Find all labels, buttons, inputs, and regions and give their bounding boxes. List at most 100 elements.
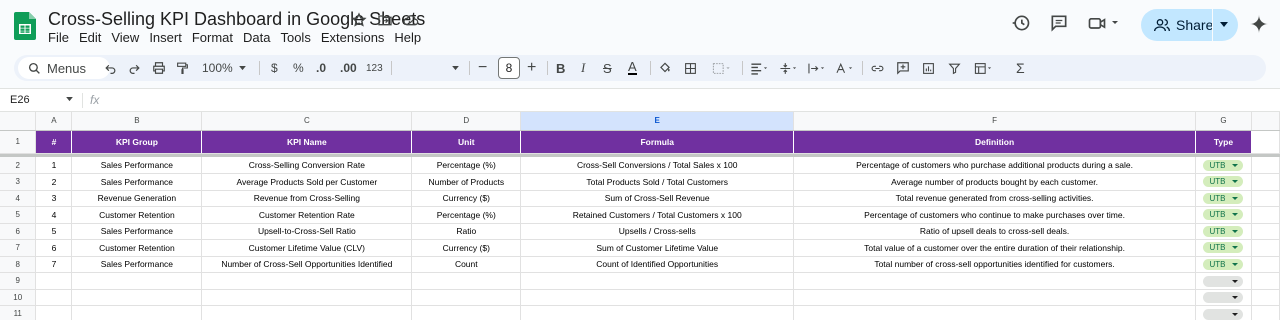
cell-unit[interactable]: Percentage (%)	[411, 157, 522, 174]
row-header[interactable]: 11	[0, 305, 37, 320]
menu-edit[interactable]: Edit	[79, 30, 106, 45]
header-cell-type[interactable]: Type	[1195, 130, 1252, 154]
cell-type[interactable]: UTB	[1195, 157, 1252, 174]
cell-kpi-name[interactable]: Customer Lifetime Value (CLV)	[201, 239, 413, 257]
print-icon[interactable]	[152, 59, 166, 77]
cell-kpi-group[interactable]: Sales Performance	[71, 256, 203, 273]
cell-number[interactable]	[35, 305, 73, 320]
cell-kpi-name[interactable]	[201, 272, 413, 290]
percent-format-button[interactable]: %	[293, 59, 304, 77]
cell-empty[interactable]	[1251, 157, 1280, 174]
share-dropdown-icon[interactable]	[1220, 22, 1228, 28]
cell-type[interactable]: UTB	[1195, 173, 1252, 191]
cell-unit[interactable]: Currency ($)	[411, 190, 522, 207]
type-dropdown-chip[interactable]: UTB	[1203, 242, 1244, 254]
cell-type[interactable]: UTB	[1195, 223, 1252, 240]
merge-cells-icon[interactable]	[710, 59, 732, 77]
row-header[interactable]: 6	[0, 223, 37, 240]
row-header[interactable]: 2	[0, 157, 37, 174]
cell-unit[interactable]	[411, 272, 522, 290]
cloud-status-icon[interactable]	[402, 11, 420, 29]
column-header-g[interactable]: G	[1195, 112, 1252, 131]
cell-empty[interactable]	[1251, 223, 1280, 240]
chip-dropdown-icon[interactable]	[1232, 279, 1239, 283]
cell-number[interactable]: 2	[35, 173, 73, 191]
row-header[interactable]: 1	[0, 130, 37, 154]
share-button[interactable]: Share	[1141, 9, 1238, 41]
redo-icon[interactable]	[128, 59, 141, 77]
menu-help[interactable]: Help	[394, 30, 426, 45]
filter-icon[interactable]	[948, 59, 961, 77]
cell-kpi-name[interactable]: Upsell-to-Cross-Sell Ratio	[201, 223, 413, 240]
cell-kpi-group[interactable]: Sales Performance	[71, 157, 203, 174]
cell-number[interactable]: 1	[35, 157, 73, 174]
more-formats-button[interactable]: 123	[366, 59, 383, 77]
column-header-e[interactable]: E	[520, 112, 795, 131]
column-header-f[interactable]: F	[793, 112, 1196, 131]
cell-number[interactable]: 3	[35, 190, 73, 207]
chip-dropdown-icon[interactable]	[1232, 196, 1239, 200]
cell-definition[interactable]: Total value of a customer over the entir…	[793, 239, 1196, 257]
chip-dropdown-icon[interactable]	[1232, 229, 1239, 233]
header-cell-formula[interactable]: Formula	[520, 130, 795, 154]
select-all-corner[interactable]	[0, 112, 37, 131]
column-header-a[interactable]: A	[35, 112, 73, 131]
cell-formula[interactable]: Total Products Sold / Total Customers	[520, 173, 795, 191]
row-header[interactable]: 5	[0, 206, 37, 224]
cell-type[interactable]: UTB	[1195, 190, 1252, 207]
menu-tools[interactable]: Tools	[280, 30, 315, 45]
column-header-c[interactable]: C	[201, 112, 413, 131]
cell-formula[interactable]: Retained Customers / Total Customers x 1…	[520, 206, 795, 224]
header-cell-kpi-group[interactable]: KPI Group	[71, 130, 203, 154]
cell-kpi-group[interactable]	[71, 305, 203, 320]
row-header[interactable]: 9	[0, 272, 37, 290]
cell-empty[interactable]	[1251, 289, 1280, 306]
type-dropdown-chip[interactable]	[1203, 292, 1244, 304]
column-header-b[interactable]: B	[71, 112, 203, 131]
cell-kpi-name[interactable]: Average Products Sold per Customer	[201, 173, 413, 191]
increase-decimal-button[interactable]: .00	[340, 59, 357, 77]
cell-number[interactable]: 7	[35, 256, 73, 273]
cell-number[interactable]: 4	[35, 206, 73, 224]
cell-kpi-group[interactable]	[71, 289, 203, 306]
cell-formula[interactable]	[520, 272, 795, 290]
cell-type[interactable]	[1195, 289, 1252, 306]
filter-views-icon[interactable]	[972, 59, 994, 77]
cell-unit[interactable]	[411, 289, 522, 306]
header-cell-unit[interactable]: Unit	[411, 130, 522, 154]
cell-definition[interactable]: Total number of cross-sell opportunities…	[793, 256, 1196, 273]
chip-dropdown-icon[interactable]	[1232, 312, 1239, 316]
insert-chart-icon[interactable]	[922, 59, 935, 77]
type-dropdown-chip[interactable]: UTB	[1203, 225, 1244, 237]
cell-unit[interactable]: Ratio	[411, 223, 522, 240]
cell-kpi-name[interactable]: Number of Cross-Sell Opportunities Ident…	[201, 256, 413, 273]
name-box-dropdown-icon[interactable]	[66, 97, 73, 102]
type-dropdown-chip[interactable]	[1203, 275, 1244, 287]
menu-insert[interactable]: Insert	[149, 30, 187, 45]
horizontal-align-icon[interactable]	[749, 59, 769, 77]
chip-dropdown-icon[interactable]	[1232, 246, 1239, 250]
cell-definition[interactable]: Average number of products bought by eac…	[793, 173, 1196, 191]
sheets-logo-icon[interactable]	[14, 12, 36, 40]
decrease-decimal-button[interactable]: .0	[316, 59, 326, 77]
cell-empty[interactable]	[1251, 239, 1280, 257]
menu-format[interactable]: Format	[192, 30, 238, 45]
cell-number[interactable]: 6	[35, 239, 73, 257]
cell-formula[interactable]: Count of Identified Opportunities	[520, 256, 795, 273]
cell-unit[interactable]: Percentage (%)	[411, 206, 522, 224]
text-color-icon[interactable]: A	[628, 59, 637, 75]
cell-kpi-group[interactable]: Customer Retention	[71, 206, 203, 224]
chip-dropdown-icon[interactable]	[1232, 213, 1239, 217]
menu-file[interactable]: File	[48, 30, 74, 45]
cell-unit[interactable]: Number of Products	[411, 173, 522, 191]
vertical-align-icon[interactable]	[778, 59, 798, 77]
menu-extensions[interactable]: Extensions	[321, 30, 390, 45]
type-dropdown-chip[interactable]: UTB	[1203, 159, 1244, 171]
fill-color-icon[interactable]	[658, 59, 672, 77]
meet-dropdown-icon[interactable]	[1110, 14, 1120, 32]
cell-definition[interactable]: Total revenue generated from cross-selli…	[793, 190, 1196, 207]
cell-number[interactable]	[35, 289, 73, 306]
decrease-font-size-icon[interactable]: −	[478, 59, 487, 77]
cell-formula[interactable]: Sum of Customer Lifetime Value	[520, 239, 795, 257]
gemini-icon[interactable]	[1250, 15, 1268, 33]
